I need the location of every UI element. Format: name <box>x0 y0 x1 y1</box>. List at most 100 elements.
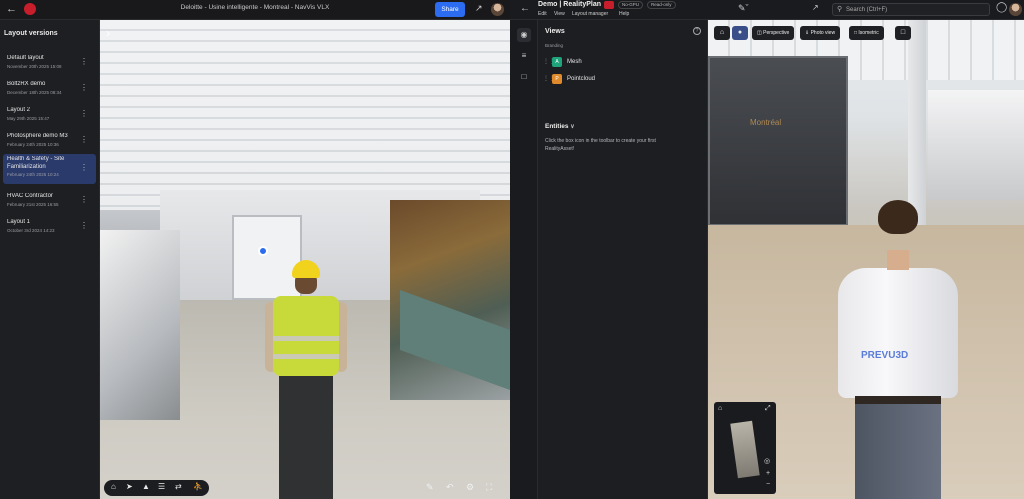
zoom-out-icon[interactable]: − <box>766 481 770 488</box>
pointcloud-icon: P <box>552 74 562 84</box>
layers-icon[interactable]: ☰ <box>158 482 165 491</box>
menu-view[interactable]: View <box>554 11 565 17</box>
book-icon[interactable]: □ <box>517 70 531 84</box>
scene-sign: Montréal <box>750 118 782 127</box>
menu-layout-manager[interactable]: Layout manager <box>572 11 608 17</box>
target-icon[interactable]: ◎ <box>764 457 770 465</box>
right-3d-viewport[interactable]: Montréal PREVU3D ⌂ ● ◫ Perspective ⇓ Pho… <box>708 20 1024 499</box>
layout-date: October 3rd 2024 14:23 <box>7 228 55 233</box>
views-subheading: Branding <box>545 43 564 48</box>
left-icon-rail: ◉ ≡ □ <box>510 20 538 499</box>
external-link-icon[interactable]: ↗ <box>475 3 483 14</box>
avatar[interactable] <box>491 3 504 16</box>
chevron-down-icon: ∨ <box>570 124 575 130</box>
kebab-menu-icon[interactable]: ⋮ <box>80 109 88 118</box>
right-app: ← Demo | RealityPlan No-GPU Read-only Ed… <box>510 0 1024 499</box>
views-icon[interactable]: ◉ <box>517 28 531 42</box>
layout-name: Health & Safety - Site Familiarization <box>7 156 65 170</box>
layout-name: Layout 2 <box>7 107 31 113</box>
notifications-icon[interactable]: ◯ <box>996 2 1007 13</box>
layout-item[interactable]: BoltzRX demo December 18th 2025 08:34 ⋮ <box>3 78 96 102</box>
view-item-pointcloud[interactable]: ⋮⋮ P Pointcloud <box>543 74 698 86</box>
kebab-menu-icon[interactable]: ⋮ <box>80 163 88 172</box>
vest-stripe <box>273 354 339 359</box>
layout-item[interactable]: HVAC Contractor February 21st 2025 16:55… <box>3 190 96 214</box>
isometric-button[interactable]: □ Isometric <box>849 26 884 40</box>
home-icon[interactable]: ⌂ <box>111 482 116 491</box>
kebab-menu-icon[interactable]: ⋮ <box>80 221 88 230</box>
kebab-menu-icon[interactable]: ⋮ <box>80 135 88 144</box>
expand-icon[interactable]: ⤢ <box>765 405 771 413</box>
left-topbar: ← Deloitte - Usine intelligente - Montre… <box>0 0 510 20</box>
photo-view-label: Photo view <box>810 30 836 36</box>
view-item-mesh[interactable]: ⋮⋮ A Mesh <box>543 57 698 69</box>
entities-heading[interactable]: Entities ∨ <box>545 123 575 130</box>
layout-item[interactable]: Default layout November 20th 2025 15:08 … <box>3 52 96 76</box>
pencil-icon[interactable]: ✎ <box>426 482 434 493</box>
entities-label: Entities <box>545 123 569 130</box>
share-button[interactable]: Share <box>435 2 465 17</box>
kebab-menu-icon[interactable]: ⋮ <box>80 57 88 66</box>
menu-help[interactable]: Help <box>619 11 629 17</box>
avatar[interactable] <box>1009 3 1022 16</box>
person-icon[interactable]: ● <box>732 26 748 40</box>
pencil-icon[interactable]: ✎ˇ <box>738 3 749 14</box>
person-icon[interactable]: ⛹ <box>193 482 203 491</box>
zoom-in-icon[interactable]: + <box>766 470 770 477</box>
left-3d-viewport[interactable]: › ⌂ ➤ ▲ ☰ ⇄ ⛹ ✎ ↶ ⚙ ⛶ <box>100 20 510 499</box>
filter-icon[interactable]: ≡ <box>517 49 531 63</box>
help-icon[interactable]: ? <box>693 27 701 35</box>
search-placeholder: Search (Ctrl+F) <box>846 7 888 13</box>
hard-hat <box>292 260 320 278</box>
layout-versions-sidebar: Layout versions Default layout November … <box>0 20 100 499</box>
layout-item[interactable]: Photosphere demo M3 February 24th 2025 1… <box>3 130 96 154</box>
layout-date: December 18th 2025 08:34 <box>7 90 62 95</box>
right-topbar: ← Demo | RealityPlan No-GPU Read-only Ed… <box>510 0 1024 20</box>
undo-icon[interactable]: ↶ <box>446 482 454 493</box>
photo-view-button[interactable]: ⇓ Photo view <box>800 26 841 40</box>
minimap[interactable]: ⌂ ⤢ ◎ + − <box>714 402 776 494</box>
measure-icon[interactable]: ⇄ <box>175 482 182 491</box>
kebab-menu-icon[interactable]: ⋮ <box>80 195 88 204</box>
home-icon[interactable]: ⌂ <box>718 405 722 412</box>
layout-item-active[interactable]: Health & Safety - Site Familiarization F… <box>3 154 96 184</box>
avatar-neck <box>887 250 909 270</box>
presenter-avatar: PREVU3D <box>823 200 973 499</box>
location-pin-icon[interactable] <box>258 246 268 256</box>
layout-date: February 24th 2025 10:24 <box>7 172 59 177</box>
status-chip: No-GPU <box>618 1 644 9</box>
status-chip: Read-only <box>647 1 676 9</box>
perspective-button[interactable]: ◫ Perspective <box>752 26 795 40</box>
search-input[interactable]: ⚲ Search (Ctrl+F) <box>832 3 990 16</box>
home-icon[interactable]: ⌂ <box>714 26 730 40</box>
back-arrow-icon[interactable]: ← <box>520 3 530 14</box>
shirt-logo: PREVU3D <box>861 350 909 361</box>
view-item-label: Pointcloud <box>567 76 596 82</box>
minimap-floorplan <box>730 420 760 479</box>
view-item-label: Mesh <box>567 59 582 65</box>
layout-item[interactable]: Layout 1 October 3rd 2024 14:23 ⋮ <box>3 216 96 240</box>
external-link-icon[interactable]: ↗ <box>812 3 819 12</box>
sidebar-title: Layout versions <box>4 30 58 37</box>
fullscreen-icon[interactable]: □ <box>895 26 911 40</box>
layout-item[interactable]: Layout 2 May 29th 2025 15:47 ⋮ <box>3 104 96 128</box>
kebab-menu-icon[interactable]: ⋮ <box>80 83 88 92</box>
fullscreen-icon[interactable]: ⛶ <box>486 482 492 493</box>
layout-date: February 24th 2025 10:36 <box>7 142 59 147</box>
menu-edit[interactable]: Edit <box>538 11 547 17</box>
left-app: ← Deloitte - Usine intelligente - Montre… <box>0 0 510 499</box>
screen: ← Deloitte - Usine intelligente - Montre… <box>0 0 1024 499</box>
views-panel: Views ? Branding ⋮⋮ A Mesh ⋮⋮ P Pointclo… <box>538 20 708 499</box>
entities-empty-message: Click the box icon in the toolbar to cre… <box>545 138 656 152</box>
chevron-right-icon[interactable]: › <box>106 26 110 40</box>
worker-pants <box>279 376 333 499</box>
send-icon[interactable]: ➤ <box>126 482 133 491</box>
settings-icon[interactable]: ⚙ <box>466 482 474 493</box>
avatar-pants <box>855 398 941 499</box>
layout-date: November 20th 2025 15:08 <box>7 64 62 69</box>
layout-name: Photosphere demo M3 <box>7 133 68 139</box>
walk-mode-icon[interactable]: ▲ <box>142 482 150 491</box>
scene-machine-left <box>100 230 180 420</box>
layout-name: BoltzRX demo <box>7 81 46 87</box>
right-app-title: Demo | RealityPlan <box>538 1 602 8</box>
